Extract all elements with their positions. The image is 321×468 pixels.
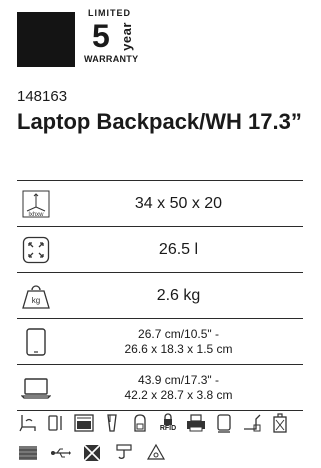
laptop-icon	[17, 365, 54, 411]
tablet-icon	[17, 319, 54, 365]
bottle-pocket-icon	[101, 412, 123, 434]
luggage-tag-icon	[269, 412, 291, 434]
spec-row-tablet: 26.7 cm/10.5" - 26.6 x 18.3 x 1.5 cm	[17, 319, 303, 365]
tablet-dimensions: 26.6 x 18.3 x 1.5 cm	[124, 342, 233, 356]
no-wash-icon	[81, 442, 103, 464]
features-row-2	[17, 441, 167, 465]
warranty-bottom-text: WARRANTY	[84, 54, 139, 64]
product-sku: 148163	[17, 88, 68, 105]
specs-table: lxhxw 34 x 50 x 20 26.5 l kg 2.6 kg 26.7…	[17, 180, 303, 411]
rfid-label: RFID	[159, 425, 177, 432]
recycle-icon	[145, 442, 167, 464]
warranty-unit: year	[118, 22, 134, 51]
volume-value: 26.5 l	[158, 241, 199, 258]
warranty-years: 5	[92, 18, 110, 54]
fabric-icon	[17, 442, 39, 464]
svg-text:lxhxw: lxhxw	[28, 212, 44, 218]
warranty-top-text: LIMITED	[88, 8, 131, 18]
features-row-1: RFID	[17, 411, 307, 435]
usb-icon	[49, 442, 71, 464]
spec-row-laptop: 43.9 cm/17.3" - 42.2 x 28.7 x 3.8 cm	[17, 365, 303, 411]
warranty-badge: LIMITED 5 year WARRANTY	[84, 8, 154, 66]
dimensions-value: 34 x 50 x 20	[134, 195, 223, 212]
weight-value: 2.6 kg	[156, 287, 201, 304]
product-title: Laptop Backpack/WH 17.3”	[17, 109, 302, 134]
dimensions-icon: lxhxw	[17, 181, 54, 227]
hook-icon	[113, 442, 135, 464]
trolley-icon	[213, 412, 235, 434]
phone-pocket-icon	[45, 412, 67, 434]
tablet-size: 26.7 cm/10.5" -	[138, 327, 219, 341]
spec-row-volume: 26.5 l	[17, 227, 303, 273]
tablet-value: 26.7 cm/10.5" - 26.6 x 18.3 x 1.5 cm	[54, 319, 303, 365]
backpack-icon	[129, 412, 151, 434]
spec-row-weight: kg 2.6 kg	[17, 273, 303, 319]
laptop-value: 43.9 cm/17.3" - 42.2 x 28.7 x 3.8 cm	[54, 365, 303, 411]
laptop-size: 43.9 cm/17.3" -	[138, 373, 219, 387]
printer-icon	[185, 412, 207, 434]
weight-icon: kg	[17, 273, 54, 319]
laptop-dimensions: 42.2 x 28.7 x 3.8 cm	[124, 388, 233, 402]
svg-text:kg: kg	[31, 296, 39, 305]
brand-logo-block	[17, 12, 75, 67]
chair-strap-icon	[17, 412, 39, 434]
volume-icon	[17, 227, 54, 273]
rfid-lock-icon: RFID	[157, 412, 179, 434]
cable-port-icon	[241, 412, 263, 434]
organizer-icon	[73, 412, 95, 434]
spec-row-dimensions: lxhxw 34 x 50 x 20	[17, 181, 303, 227]
